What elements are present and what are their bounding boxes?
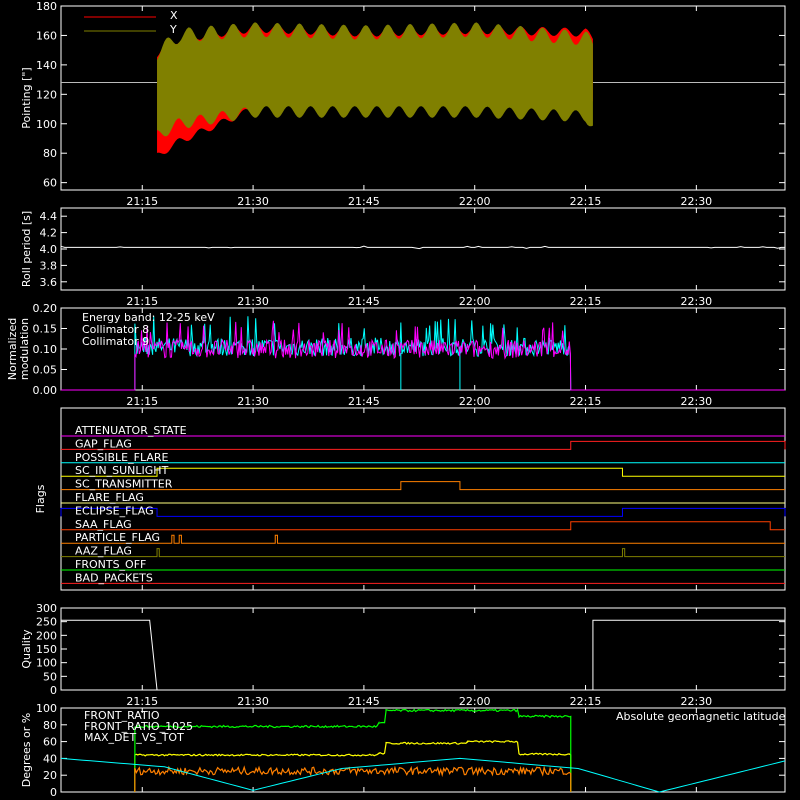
flag-label: AAZ_FLAG [75,545,132,558]
y-tick-label: 0 [50,684,57,697]
y-tick-label: 120 [36,88,57,101]
flag-line-eclipse_flag [60,507,786,517]
flag-line-aaz_flag [61,548,785,558]
y-tick-label: 100 [36,657,57,670]
legend-label-ratio: MAX_DET_VS_TOT [84,731,184,744]
y-axis-label: Degrees or % [20,713,33,787]
y-tick-label: 4.0 [40,243,58,256]
x-tick-label: 21:15 [126,395,158,408]
y-tick-label: 0.15 [33,323,58,336]
x-tick-label: 22:30 [680,695,712,708]
x-tick-label: 21:30 [237,695,269,708]
y-tick-label: 150 [36,643,57,656]
flag-label: POSSIBLE_FLARE [75,451,169,464]
y-tick-label: 40 [43,752,57,765]
flag-line-saa_flag [61,521,785,531]
y-tick-label: 0.00 [33,384,58,397]
x-tick-label: 22:15 [570,195,602,208]
ratio-line-front_ratio [134,739,572,792]
roll-period-line [60,245,785,250]
x-tick-label: 22:00 [459,395,491,408]
x-tick-label: 22:15 [570,695,602,708]
x-tick-label: 21:45 [348,395,380,408]
flag-label: SAA_FLAG [75,518,132,531]
flag-label: SC_TRANSMITTER [75,478,173,491]
observation-summary-plot: 21:15 21:30 21:45 22:00 22:15 22:30 60 80 100 120… [6,0,786,799]
y-tick-label: 0.05 [33,364,58,377]
x-tick-label: 22:00 [459,295,491,308]
flag-label: ATTENUATOR_STATE [75,424,187,437]
y-tick-label: 0.10 [33,343,58,356]
x-tick-label: 21:15 [126,695,158,708]
flag-label: GAP_FLAG [75,437,132,450]
ratio-line-front_ratio_1025 [134,708,572,792]
y-tick-label: 80 [43,719,57,732]
y-tick-label: 4.2 [40,227,58,240]
y-tick-label: 3.8 [40,259,58,272]
flag-label: PARTICLE_FLAG [75,531,160,544]
flag-label: FRONTS_OFF [75,558,146,571]
ratio-line-absolute geomagnetic latitude [60,757,786,793]
legend-label-y: Y [169,23,177,36]
panel-frame-roll [60,207,786,291]
ratio-line-max_det_vs_tot [134,765,572,792]
y-tick-label: 300 [36,602,57,615]
x-tick-label: 21:30 [237,295,269,308]
y-tick-label: 160 [36,29,57,42]
flag-label: BAD_PACKETS [75,571,153,584]
y-tick-label: 100 [36,702,57,715]
y-tick-label: 4.4 [40,210,58,223]
flag-line-gap_flag [61,440,786,450]
y-tick-label: 180 [36,0,57,13]
quality-line [61,619,785,691]
y-tick-label: 250 [36,616,57,629]
x-tick-label: 21:30 [237,195,269,208]
y-axis-label: Roll period [s] [20,211,33,287]
x-tick-label: 21:45 [348,295,380,308]
x-tick-label: 22:30 [680,295,712,308]
pointing-band-y [157,22,593,137]
y-tick-label: 100 [36,118,57,131]
legend-label-latitude: Absolute geomagnetic latitude [616,710,786,723]
legend-label-x: X [170,9,178,22]
y-tick-label: 50 [43,670,57,683]
x-tick-label: 22:00 [459,695,491,708]
y-axis-label: Flags [34,484,47,513]
x-tick-label: 22:00 [459,195,491,208]
y-axis-label-line2: modulation [18,318,31,380]
y-tick-label: 80 [43,147,57,160]
x-tick-label: 21:45 [348,695,380,708]
x-tick-label: 21:45 [348,195,380,208]
x-tick-label: 21:15 [126,295,158,308]
x-tick-label: 21:15 [126,195,158,208]
y-axis-label: Quality [20,629,33,669]
y-tick-label: 60 [43,177,57,190]
x-tick-label: 22:15 [570,395,602,408]
y-tick-label: 200 [36,629,57,642]
legend-label-collimator: Collimator 9 [82,335,149,348]
y-tick-label: 60 [43,736,57,749]
x-tick-label: 22:30 [680,195,712,208]
y-tick-label: 20 [43,769,57,782]
flag-line-particle_flag [61,534,785,544]
y-axis-label: Pointing ["] [20,67,33,128]
y-tick-label: 0.20 [33,302,58,315]
y-tick-label: 3.6 [40,276,58,289]
x-tick-label: 21:30 [237,395,269,408]
flag-line-sc_in_sunlight [61,467,785,477]
x-tick-label: 22:30 [680,395,712,408]
flag-label: ECLIPSE_FLAG [75,504,154,517]
y-tick-label: 0 [50,786,57,799]
flag-label: FLARE_FLAG [75,491,144,504]
x-tick-label: 22:15 [570,295,602,308]
y-tick-label: 140 [36,59,57,72]
flag-label: SC_IN_SUNLIGHT [75,464,169,477]
